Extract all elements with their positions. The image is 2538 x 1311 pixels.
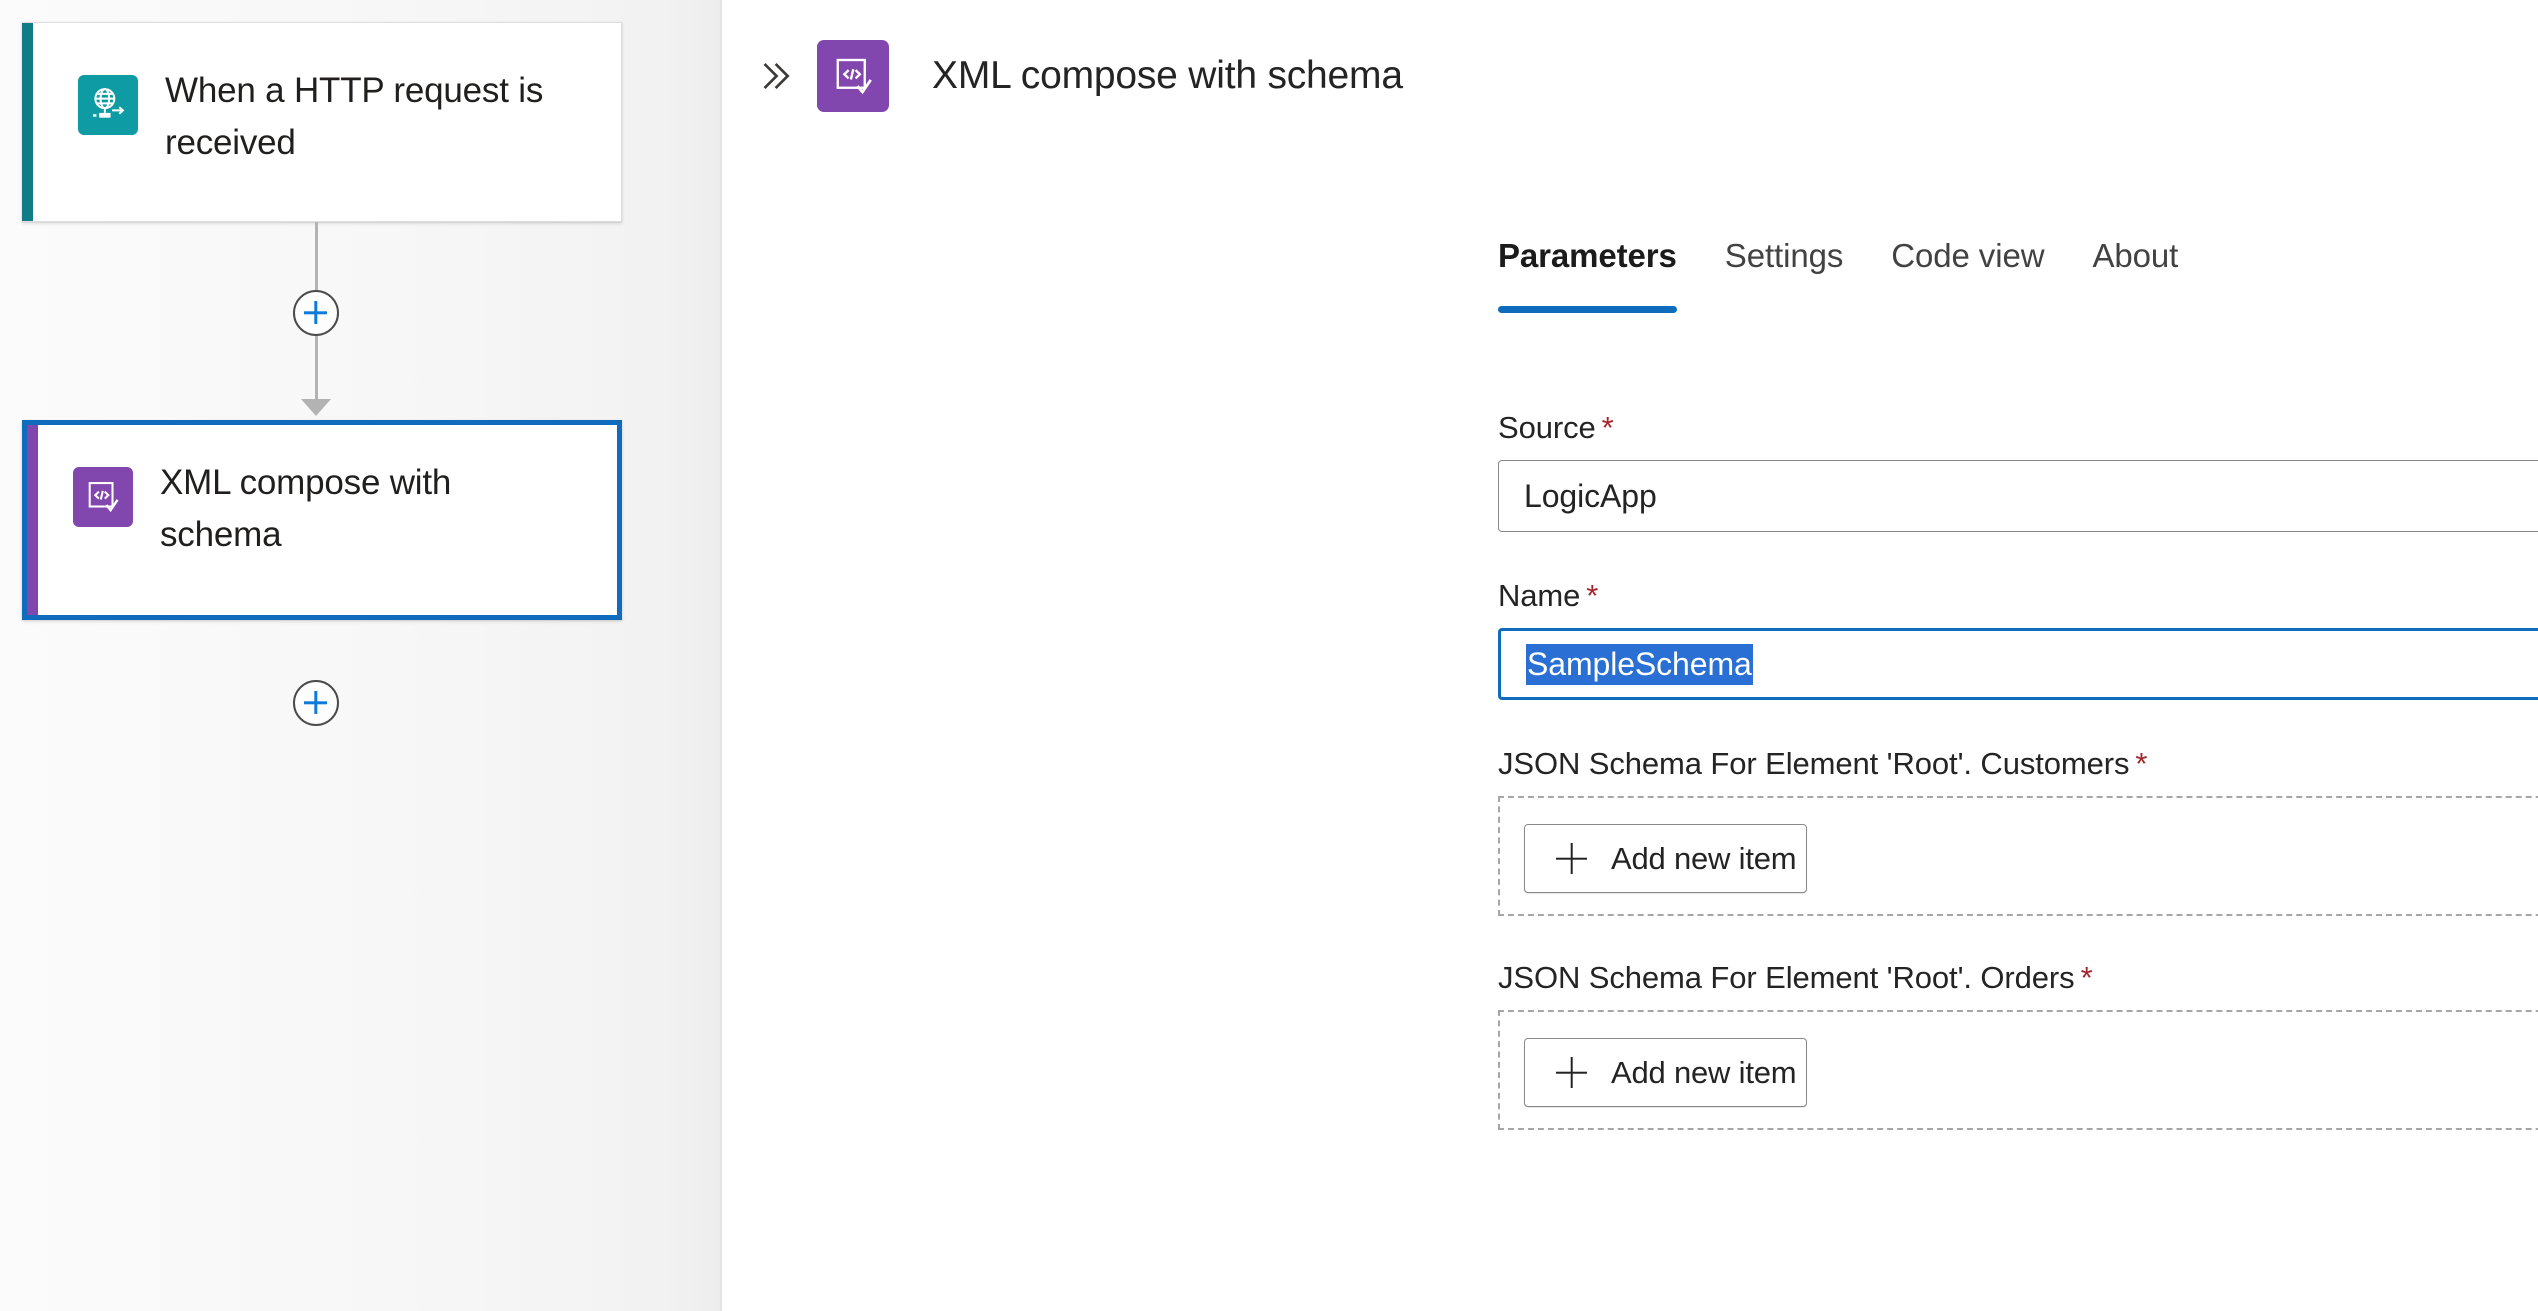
- required-marker: *: [2080, 960, 2093, 995]
- connector-line-2: [315, 336, 318, 402]
- orders-array-container: Add new item: [1498, 1010, 2538, 1130]
- add-new-item-button-orders[interactable]: Add new item: [1524, 1038, 1807, 1107]
- add-new-item-label: Add new item: [1611, 1054, 1797, 1090]
- tab-code-view[interactable]: Code view: [1867, 237, 2068, 313]
- tab-label: About: [2092, 237, 2179, 274]
- tab-about[interactable]: About: [2068, 237, 2202, 313]
- workflow-node-xml-compose-with-schema[interactable]: XML compose with schema: [22, 420, 622, 620]
- node-accent-bar: [27, 425, 38, 615]
- label-text: Source: [1498, 410, 1596, 445]
- xml-compose-code-check-icon: [817, 40, 889, 112]
- plus-icon: [1556, 1057, 1587, 1088]
- action-detail-panel: XML compose with schema Parameters Setti…: [724, 0, 2538, 1311]
- source-value: LogicApp: [1524, 477, 1657, 514]
- double-chevron-right-icon[interactable]: [753, 54, 797, 98]
- label-text: JSON Schema For Element 'Root'. Orders: [1498, 960, 2075, 995]
- name-value[interactable]: SampleSchema: [1526, 643, 1753, 685]
- tab-label: Parameters: [1498, 237, 1677, 274]
- field-label-orders: JSON Schema For Element 'Root'. Orders *: [1498, 960, 2538, 996]
- insert-node-between-trigger-and-action[interactable]: [293, 290, 339, 336]
- required-marker: *: [1601, 410, 1614, 445]
- workflow-designer-canvas: When a HTTP request is received XML comp…: [0, 0, 722, 1311]
- panel-tabstrip: Parameters Settings Code view About: [1498, 237, 2202, 313]
- field-label-name: Name *: [1498, 578, 2538, 614]
- tab-settings[interactable]: Settings: [1701, 237, 1867, 313]
- http-request-globe-icon: [78, 75, 138, 135]
- name-combobox[interactable]: SampleSchema: [1498, 628, 2538, 700]
- node-title-trigger: When a HTTP request is received: [165, 71, 544, 162]
- customers-array-container: Add new item: [1498, 796, 2538, 916]
- insert-node-after-action[interactable]: [293, 680, 339, 726]
- source-combobox[interactable]: LogicApp: [1498, 460, 2538, 532]
- field-label-source: Source *: [1498, 410, 2538, 446]
- label-text: Name: [1498, 578, 1581, 613]
- tab-active-indicator: [1498, 306, 1677, 313]
- xml-compose-code-check-icon: [73, 467, 133, 527]
- node-title-action: XML compose with schema: [160, 463, 452, 554]
- tab-parameters[interactable]: Parameters: [1474, 237, 1701, 313]
- connector-arrowhead: [301, 399, 331, 416]
- plus-icon: [1556, 843, 1587, 874]
- add-new-item-label: Add new item: [1611, 840, 1797, 876]
- panel-header: XML compose with schema: [724, 26, 2538, 126]
- tab-label: Code view: [1891, 237, 2045, 274]
- add-new-item-button-customers[interactable]: Add new item: [1524, 824, 1807, 893]
- label-text: JSON Schema For Element 'Root'. Customer…: [1498, 746, 2130, 781]
- connector-line-1: [315, 222, 318, 290]
- workflow-node-trigger[interactable]: When a HTTP request is received: [22, 22, 622, 222]
- field-label-customers: JSON Schema For Element 'Root'. Customer…: [1498, 746, 2538, 782]
- parameters-form: Source* LogicApp Name* SampleSchema JS: [1498, 410, 2538, 1174]
- required-marker: *: [1586, 578, 1599, 613]
- panel-title: XML compose with schema: [932, 54, 1403, 97]
- tab-label: Settings: [1724, 237, 1844, 274]
- node-accent-bar: [22, 23, 33, 221]
- required-marker: *: [2135, 746, 2148, 781]
